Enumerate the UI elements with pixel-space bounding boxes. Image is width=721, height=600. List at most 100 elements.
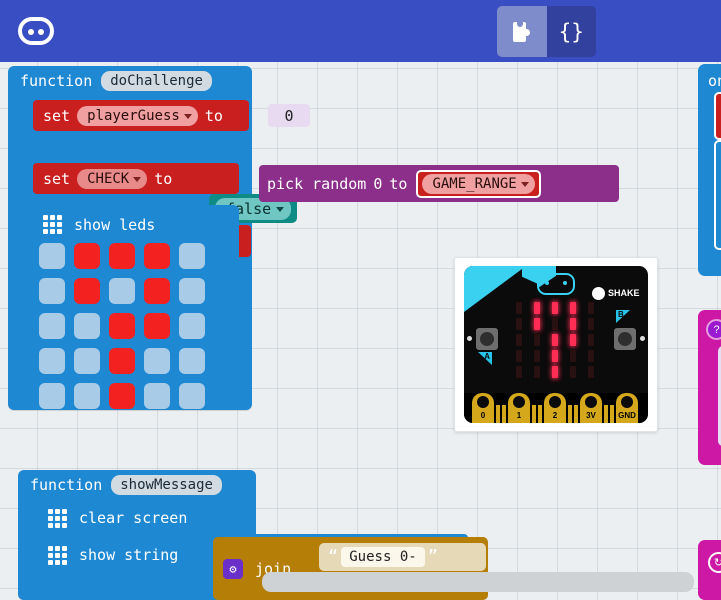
led-toggle-r0-c2[interactable] <box>109 243 135 269</box>
sim-led-r0-c0 <box>516 302 522 314</box>
text-value[interactable]: Guess 0- <box>341 547 425 567</box>
button-b-tag-icon: B <box>616 310 630 323</box>
sim-led-r2-c3 <box>570 334 576 346</box>
open-quote-icon: “ <box>328 547 339 567</box>
microbit-simulator[interactable]: SHAKE A B 0 1 2 3V GND <box>454 257 658 432</box>
led-toggle-r3-c2[interactable] <box>109 348 135 374</box>
variable-dropdown-game-range[interactable]: GAME_RANGE <box>422 173 535 194</box>
variable-dropdown-check[interactable]: CHECK <box>77 168 148 189</box>
pin-label: 1 <box>516 411 522 420</box>
led-toggle-r2-c3[interactable] <box>144 313 170 339</box>
clear-screen-block[interactable]: clear screen <box>36 503 223 533</box>
sim-led-r0-c2 <box>552 302 558 314</box>
shake-button[interactable] <box>592 287 605 300</box>
show-leds-block[interactable]: show leds <box>23 205 239 409</box>
led-toggle-r0-c4[interactable] <box>179 243 205 269</box>
led-toggle-r2-c0[interactable] <box>39 313 65 339</box>
led-toggle-r1-c3[interactable] <box>144 278 170 304</box>
sim-led-r1-c4 <box>588 318 594 330</box>
help-badge-icon[interactable]: ? <box>706 319 721 340</box>
led-toggle-r2-c2[interactable] <box>109 313 135 339</box>
button-a[interactable] <box>476 328 498 350</box>
small-pin <box>610 405 614 423</box>
small-pin <box>568 405 572 423</box>
led-toggle-r1-c0[interactable] <box>39 278 65 304</box>
pin-GND[interactable]: GND <box>616 393 638 423</box>
horizontal-scrollbar[interactable] <box>262 572 694 592</box>
pick-random-block[interactable]: pick random 0 to GAME_RANGE <box>259 165 619 202</box>
function-header: function showMessage <box>18 470 256 500</box>
led-toggle-r4-c0[interactable] <box>39 383 65 409</box>
set-keyword: set <box>43 106 71 125</box>
top-toolbar: {} <box>0 0 721 62</box>
variable-dropdown-playerguess[interactable]: playerGuess <box>77 105 198 126</box>
function-name: showMessage <box>111 475 222 495</box>
button-b-label: B <box>618 310 624 319</box>
sim-led-r3-c3 <box>570 350 576 362</box>
sim-led-r3-c0 <box>516 350 522 362</box>
set-keyword: set <box>43 169 71 188</box>
sim-led-r1-c3 <box>570 318 576 330</box>
sim-led-r4-c2 <box>552 366 558 378</box>
led-pattern-grid[interactable] <box>39 243 205 409</box>
button-a-label: A <box>484 352 490 361</box>
edge-block-logic-if[interactable]: ? <box>698 310 721 465</box>
led-toggle-r3-c0[interactable] <box>39 348 65 374</box>
pick-random-min[interactable]: 0 <box>373 175 382 193</box>
sim-led-r2-c1 <box>534 334 540 346</box>
to-label: to <box>204 106 223 125</box>
sim-led-r2-c2 <box>552 334 558 346</box>
led-toggle-r4-c1[interactable] <box>74 383 100 409</box>
led-toggle-r2-c4[interactable] <box>179 313 205 339</box>
led-toggle-r3-c1[interactable] <box>74 348 100 374</box>
set-playerguess-block[interactable]: set playerGuess to <box>33 100 249 131</box>
edge-block-loop[interactable]: ↻ <box>698 540 721 600</box>
edge-inner-blue-block[interactable] <box>714 140 721 250</box>
edge-block-on-event[interactable]: on <box>698 64 721 276</box>
function-keyword: function <box>20 72 93 90</box>
tab-blocks[interactable] <box>497 6 547 57</box>
pin-label: 0 <box>480 411 486 420</box>
pin-0[interactable]: 0 <box>472 393 494 423</box>
sim-led-r4-c1 <box>534 366 540 378</box>
pin-3V[interactable]: 3V <box>580 393 602 423</box>
tab-javascript[interactable]: {} <box>547 6 597 57</box>
led-toggle-r3-c3[interactable] <box>144 348 170 374</box>
text-block[interactable]: “ Guess 0- ” <box>319 543 486 571</box>
editor-mode-toggle[interactable]: {} <box>497 6 596 57</box>
sim-led-r2-c0 <box>516 334 522 346</box>
pin-1[interactable]: 1 <box>508 393 530 423</box>
microbit-face-icon <box>537 273 575 295</box>
led-grid-icon <box>48 546 67 565</box>
set-check-block[interactable]: set CHECK to <box>33 163 239 194</box>
led-toggle-r4-c2[interactable] <box>109 383 135 409</box>
gear-icon[interactable]: ⚙ <box>223 558 243 579</box>
sim-led-r3-c1 <box>534 350 540 362</box>
function-header: function doChallenge <box>8 66 252 96</box>
shake-label: SHAKE <box>608 288 640 298</box>
led-toggle-r1-c2[interactable] <box>109 278 135 304</box>
pin-label: 2 <box>552 411 558 420</box>
led-toggle-r1-c4[interactable] <box>179 278 205 304</box>
simulator-board: SHAKE A B 0 1 2 3V GND <box>464 266 648 423</box>
button-b[interactable] <box>614 328 636 350</box>
edge-inner-red-block[interactable] <box>714 92 721 140</box>
sim-led-r1-c0 <box>516 318 522 330</box>
led-toggle-r0-c0[interactable] <box>39 243 65 269</box>
small-pin <box>538 405 542 423</box>
pin-label: GND <box>618 411 636 420</box>
led-toggle-r2-c1[interactable] <box>74 313 100 339</box>
led-toggle-r3-c4[interactable] <box>179 348 205 374</box>
pin-2[interactable]: 2 <box>544 393 566 423</box>
led-toggle-r4-c3[interactable] <box>144 383 170 409</box>
led-toggle-r1-c1[interactable] <box>74 278 100 304</box>
led-toggle-r0-c3[interactable] <box>144 243 170 269</box>
close-quote-icon: ” <box>427 547 438 567</box>
led-toggle-r0-c1[interactable] <box>74 243 100 269</box>
variable-block-game-range-selected[interactable]: GAME_RANGE <box>416 169 541 198</box>
loop-icon[interactable]: ↻ <box>708 552 721 573</box>
number-block-zero[interactable]: 0 <box>268 104 310 127</box>
show-leds-label: show leds <box>74 215 156 234</box>
blocks-workspace[interactable]: function doChallenge set playerGuess to … <box>0 62 721 600</box>
led-toggle-r4-c4[interactable] <box>179 383 205 409</box>
